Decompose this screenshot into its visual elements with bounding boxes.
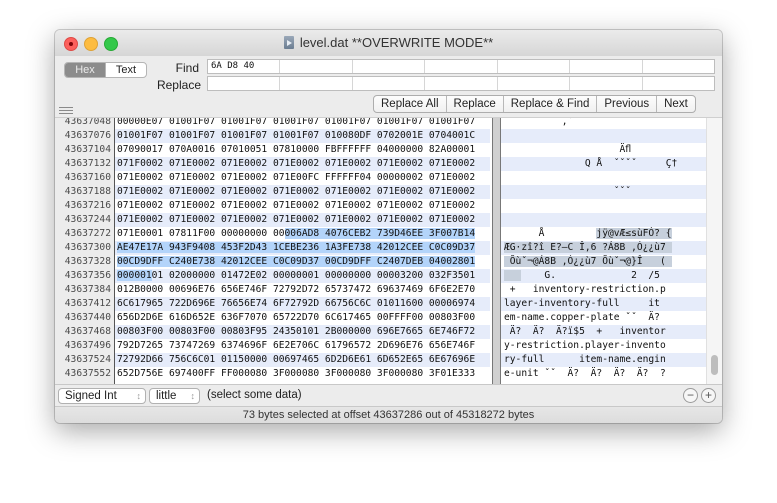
replace-and-find-button[interactable]: Replace & Find <box>502 96 597 112</box>
row-offset: 43637496 <box>64 340 111 351</box>
text-row[interactable]: y-restriction.player-invento <box>501 339 706 353</box>
row-offset: 43637188 <box>64 186 111 197</box>
row-offset: 43637524 <box>64 354 111 365</box>
text-row[interactable]: Õùˇ¬@Á8B ,Ó¿¿ù7 Õùˇ¬@}Î ( <box>501 255 706 269</box>
find-value: 6A D8 40 <box>208 60 281 73</box>
hex-row[interactable]: 00000E07 01001F07 01001F07 01001F07 0100… <box>115 118 490 129</box>
scrollbar-thumb[interactable] <box>711 355 718 375</box>
replace-input[interactable] <box>207 76 715 91</box>
updown-chevron-icon: ↕ <box>136 391 142 401</box>
hex-row[interactable]: 012B0000 00696E76 656E746F 72792D72 6573… <box>115 283 490 297</box>
row-offset: 43637300 <box>64 242 111 253</box>
title-bar: level.dat **OVERWRITE MODE** <box>55 30 722 56</box>
row-offset: 43637412 <box>64 298 111 309</box>
text-row[interactable] <box>501 171 706 185</box>
hex-row[interactable]: 656D2D6E 616D652E 636F7070 65722D70 6C61… <box>115 311 490 325</box>
endianness-popup[interactable]: little ↕ <box>149 388 200 404</box>
row-offset: 43637384 <box>64 284 111 295</box>
row-offset: 43637076 <box>64 130 111 141</box>
data-inspector-bar: Signed Int ↕ little ↕ (select some data) −… <box>55 384 722 407</box>
hex-row[interactable]: 071E0001 07811F00 00000000 00006AD8 4076… <box>115 227 490 241</box>
find-input[interactable]: 6A D8 40 <box>207 59 715 74</box>
text-row[interactable]: G. 2 /5 <box>501 269 706 283</box>
replace-value <box>208 77 281 90</box>
hex-row[interactable]: 00000101 02000000 01472E02 00000001 0000… <box>115 269 490 283</box>
row-offset: 43637104 <box>64 144 111 155</box>
row-offset: 43637356 <box>64 270 111 281</box>
row-offset: 43637440 <box>64 312 111 323</box>
window-title-text: level.dat **OVERWRITE MODE** <box>299 35 494 50</box>
row-offset: 43637216 <box>64 200 111 211</box>
vertical-scrollbar[interactable] <box>706 118 722 384</box>
hex-row[interactable]: 07090017 070A0016 07010051 07810000 FBFF… <box>115 143 490 157</box>
hex-row[interactable]: 652D756E 697400FF FF000080 3F000080 3F00… <box>115 367 490 381</box>
find-label: Find <box>175 61 199 75</box>
add-inspector-button[interactable]: + <box>701 388 716 403</box>
inspector-value: (select some data) <box>207 389 302 401</box>
number-type-popup[interactable]: Signed Int ↕ <box>58 388 146 404</box>
drag-handle-icon[interactable] <box>59 107 73 116</box>
text-row[interactable]: layer-inventory-full it <box>501 297 706 311</box>
text-row[interactable] <box>501 199 706 213</box>
hex-table: 43637048 43637076 43637104 43637132 43637160… <box>55 117 722 384</box>
row-offset: 43637468 <box>64 326 111 337</box>
next-button[interactable]: Next <box>656 96 695 112</box>
text-row[interactable]: ry-full item-name.engin <box>501 353 706 367</box>
hex-row[interactable]: 00803F00 00803F00 00803F95 24350101 2B00… <box>115 325 490 339</box>
row-offset: 43637132 <box>64 158 111 169</box>
hex-row[interactable]: 792D7265 73747269 6374696F 6E2E706C 6179… <box>115 339 490 353</box>
text-row[interactable]: Äﬂ <box>501 143 706 157</box>
text-row[interactable]: ‚˚ ‚ <box>501 118 706 129</box>
updown-chevron-icon: ↕ <box>190 391 196 401</box>
row-offset: 43637328 <box>64 256 111 267</box>
hex-row[interactable]: 071E0002 071E0002 071E0002 071E00FC FFFF… <box>115 171 490 185</box>
hex-column[interactable]: 00000E07 01001F07 01001F07 01001F07 0100… <box>115 118 490 381</box>
text-row[interactable]: em-name.copper-plate ˇˇ Ä? <box>501 311 706 325</box>
previous-button[interactable]: Previous <box>596 96 656 112</box>
replace-label: Replace <box>156 78 201 92</box>
hex-row[interactable]: 071E0002 071E0002 071E0002 071E0002 071E… <box>115 199 490 213</box>
endianness-value: little <box>156 390 177 402</box>
text-row[interactable]: ˇˇˇ <box>501 185 706 199</box>
hex-row[interactable]: AE47E17A 943F9408 453F2D43 1CEBE236 1A3F… <box>115 241 490 255</box>
text-row[interactable]: e-unit ˇˇ Ä? Ä? Ä? Ä? ? <box>501 367 706 381</box>
row-offset: 43637048 <box>64 117 111 127</box>
hex-row[interactable]: 071F0002 071E0002 071E0002 071E0002 071E… <box>115 157 490 171</box>
row-offset: 43637552 <box>64 368 111 379</box>
hex-row[interactable]: 071E0002 071E0002 071E0002 071E0002 071E… <box>115 185 490 199</box>
row-offset: 43637160 <box>64 172 111 183</box>
hex-row[interactable]: 6C617965 722D696E 76656E74 6F72792D 6675… <box>115 297 490 311</box>
find-mode-segmented-control: Hex Text <box>64 62 147 78</box>
hex-mode-tab[interactable]: Hex <box>65 63 105 77</box>
replace-all-button[interactable]: Replace All <box>374 96 446 112</box>
row-offset: 43637244 <box>64 214 111 225</box>
text-column[interactable]: ‚˚ ‚ Äﬂ Q Å ˇˇˇˇ Ç† ˇˇˇ Å jÿ@vÆ≤sùFÓ? {Æ… <box>501 118 706 381</box>
text-row[interactable]: Q Å ˇˇˇˇ Ç† <box>501 157 706 171</box>
text-row[interactable]: ÆG·zî?î E?–C Î,6 ?Á8B ,Ó¿¿ù7 <box>501 241 706 255</box>
offset-column: 43637048 43637076 43637104 43637132 43637160… <box>55 117 115 384</box>
hex-editor-window: level.dat **OVERWRITE MODE** Hex Text Fi… <box>55 30 722 423</box>
find-replace-buttons: Replace All Replace Replace & Find Previ… <box>373 95 696 113</box>
document-icon <box>283 36 294 49</box>
hex-row[interactable]: 00CD9DFF C240E738 42012CEE C0C09D37 00CD… <box>115 255 490 269</box>
hex-row[interactable]: 071E0002 071E0002 071E0002 071E0002 071E… <box>115 213 490 227</box>
text-row[interactable]: + inventory-restriction.p <box>501 283 706 297</box>
number-type-value: Signed Int <box>65 390 117 402</box>
replace-button[interactable]: Replace <box>445 96 503 112</box>
text-row[interactable] <box>501 129 706 143</box>
status-bar: 73 bytes selected at offset 43637286 out… <box>55 406 722 423</box>
text-row[interactable]: Ä? Ä? Ä?ï$5 + inventor <box>501 325 706 339</box>
hex-row[interactable]: 01001F07 01001F07 01001F07 01001F07 0100… <box>115 129 490 143</box>
text-row[interactable]: Å jÿ@vÆ≤sùFÓ? { <box>501 227 706 241</box>
hex-row[interactable]: 72792D66 756C6C01 01150000 00697465 6D2D… <box>115 353 490 367</box>
text-row[interactable] <box>501 213 706 227</box>
row-offset: 43637272 <box>64 228 111 239</box>
remove-inspector-button[interactable]: − <box>683 388 698 403</box>
column-divider[interactable] <box>492 118 501 384</box>
window-title: level.dat **OVERWRITE MODE** <box>55 35 722 50</box>
